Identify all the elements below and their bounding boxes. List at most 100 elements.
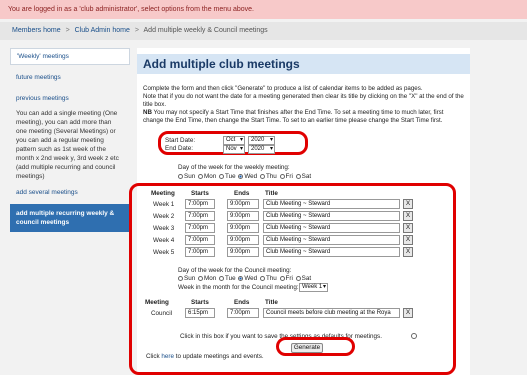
breadcrumb-club-admin-home[interactable]: Club Admin home	[75, 27, 130, 34]
council-week-select[interactable]: Week 1	[299, 283, 328, 292]
council-header-title: Title	[265, 299, 278, 306]
weekly-day-radios: Sun Mon Tue Wed Thu Fri Sat	[178, 173, 312, 180]
radio-circle[interactable]	[279, 173, 285, 179]
week-4-title-input[interactable]: Club Meeting ~ Steward	[263, 235, 400, 245]
radio-council-tue[interactable]: Tue	[218, 275, 236, 282]
sidebar-item-future[interactable]: future meetings	[10, 70, 130, 85]
week-3-clear-button[interactable]: X	[403, 223, 413, 233]
intro-line-1: Complete the form and then click "Genera…	[143, 85, 423, 92]
radio-council-sat[interactable]: Sat	[295, 275, 311, 282]
council-day-label: Day of the week for the Council meeting:	[178, 267, 292, 274]
radio-weekly-mon[interactable]: Mon	[197, 173, 217, 180]
generate-button[interactable]: Generate	[291, 343, 323, 353]
weekly-day-label: Day of the week for the weekly meeting:	[178, 164, 290, 171]
radio-label: Mon	[203, 173, 217, 180]
weekly-header-meeting: Meeting	[151, 190, 175, 197]
radio-label: Fri	[285, 275, 293, 282]
radio-council-sun[interactable]: Sun	[178, 275, 195, 282]
week-3-end-input[interactable]: 9:00pm	[227, 223, 259, 233]
radio-weekly-tue[interactable]: Tue	[218, 173, 236, 180]
week-5-clear-button[interactable]: X	[403, 247, 413, 257]
week-5-end-input[interactable]: 9:00pm	[227, 247, 259, 257]
radio-weekly-fri[interactable]: Fri	[279, 173, 293, 180]
week-1-start-input[interactable]: 7:00pm	[185, 199, 215, 209]
week-2-end-input[interactable]: 9:00pm	[227, 211, 259, 221]
breadcrumb-members-home[interactable]: Members home	[12, 27, 61, 34]
radio-weekly-thu[interactable]: Thu	[259, 173, 277, 180]
intro-nb-text: You may not specify a Start Time that fi…	[143, 109, 444, 124]
radio-weekly-sat[interactable]: Sat	[295, 173, 312, 180]
week-2-label: Week 2	[153, 213, 175, 220]
radio-circle[interactable]	[218, 173, 224, 179]
breadcrumb-current: Add multiple weekly & Council meetings	[143, 27, 268, 34]
sidebar-item-add-multiple-active[interactable]: add multiple recurring weekly & council …	[10, 204, 130, 232]
radio-label: Tue	[224, 275, 236, 282]
council-row-label: Council	[151, 310, 172, 317]
radio-circle[interactable]	[295, 275, 301, 281]
council-end-input[interactable]: 7:00pm	[227, 308, 259, 318]
radio-label: Sat	[301, 173, 312, 180]
radio-council-fri[interactable]: Fri	[279, 275, 293, 282]
week-4-clear-button[interactable]: X	[403, 235, 413, 245]
week-1-label: Week 1	[153, 201, 175, 208]
footer-text: Click here to update meetings and events…	[146, 353, 264, 360]
radio-weekly-wed[interactable]: Wed	[238, 173, 257, 180]
end-month-select[interactable]: Nov	[223, 145, 245, 154]
radio-label: Thu	[265, 275, 277, 282]
week-3-title-input[interactable]: Club Meeting ~ Steward	[263, 223, 400, 233]
week-5-start-input[interactable]: 7:00pm	[185, 247, 215, 257]
week-2-clear-button[interactable]: X	[403, 211, 413, 221]
radio-circle-selected[interactable]	[238, 173, 244, 179]
login-notice: You are logged in as a 'club administrat…	[0, 0, 527, 19]
week-1-title-input[interactable]: Club Meeting ~ Steward	[263, 199, 400, 209]
sidebar-item-weekly[interactable]: 'Weekly' meetings	[11, 49, 129, 64]
radio-circle[interactable]	[178, 173, 183, 179]
council-title-input[interactable]: Council meets before club meeting at the…	[263, 308, 400, 318]
sidebar: 'Weekly' meetings future meetings previo…	[10, 48, 130, 232]
radio-circle[interactable]	[295, 173, 301, 179]
breadcrumb-separator: >	[65, 27, 70, 34]
council-clear-button[interactable]: X	[403, 308, 413, 318]
breadcrumb-separator: >	[134, 27, 139, 34]
radio-circle[interactable]	[279, 275, 285, 281]
radio-circle-selected[interactable]	[238, 275, 244, 281]
update-meetings-link[interactable]: here	[161, 353, 174, 360]
radio-label: Sun	[184, 275, 196, 282]
radio-circle[interactable]	[178, 275, 183, 281]
week-3-label: Week 3	[153, 225, 175, 232]
sidebar-item-add-several[interactable]: add several meetings	[10, 185, 130, 200]
radio-council-wed[interactable]: Wed	[238, 275, 257, 282]
start-year-select[interactable]: 2020	[248, 136, 275, 145]
week-1-clear-button[interactable]: X	[403, 199, 413, 209]
radio-circle[interactable]	[259, 173, 265, 179]
radio-label: Wed	[244, 173, 258, 180]
week-1-end-input[interactable]: 9:00pm	[227, 199, 259, 209]
radio-label: Sun	[184, 173, 196, 180]
week-5-title-input[interactable]: Club Meeting ~ Steward	[263, 247, 400, 257]
weekly-header-ends: Ends	[234, 190, 250, 197]
council-header-starts: Starts	[191, 299, 209, 306]
radio-council-thu[interactable]: Thu	[259, 275, 277, 282]
sidebar-item-weekly-box[interactable]: 'Weekly' meetings	[10, 48, 130, 65]
intro-text: Complete the form and then click "Genera…	[143, 85, 465, 125]
radio-circle[interactable]	[197, 275, 203, 281]
week-3-start-input[interactable]: 7:00pm	[185, 223, 215, 233]
end-year-select[interactable]: 2020	[248, 145, 275, 154]
week-2-title-input[interactable]: Club Meeting ~ Steward	[263, 211, 400, 221]
footer-prefix: Click	[146, 353, 162, 360]
sidebar-item-previous[interactable]: previous meetings	[10, 91, 130, 106]
radio-weekly-sun[interactable]: Sun	[178, 173, 195, 180]
radio-circle[interactable]	[218, 275, 224, 281]
radio-label: Mon	[203, 275, 217, 282]
radio-council-mon[interactable]: Mon	[197, 275, 217, 282]
radio-circle[interactable]	[259, 275, 265, 281]
radio-circle[interactable]	[197, 173, 203, 179]
council-week-label: Week in the month for the Council meetin…	[178, 284, 299, 291]
week-2-start-input[interactable]: 7:00pm	[185, 211, 215, 221]
week-4-end-input[interactable]: 9:00pm	[227, 235, 259, 245]
start-month-select[interactable]: Oct	[223, 136, 245, 145]
week-4-start-input[interactable]: 7:00pm	[185, 235, 215, 245]
week-4-label: Week 4	[153, 237, 175, 244]
council-start-input[interactable]: 6:15pm	[185, 308, 215, 318]
defaults-checkbox[interactable]	[411, 333, 417, 339]
